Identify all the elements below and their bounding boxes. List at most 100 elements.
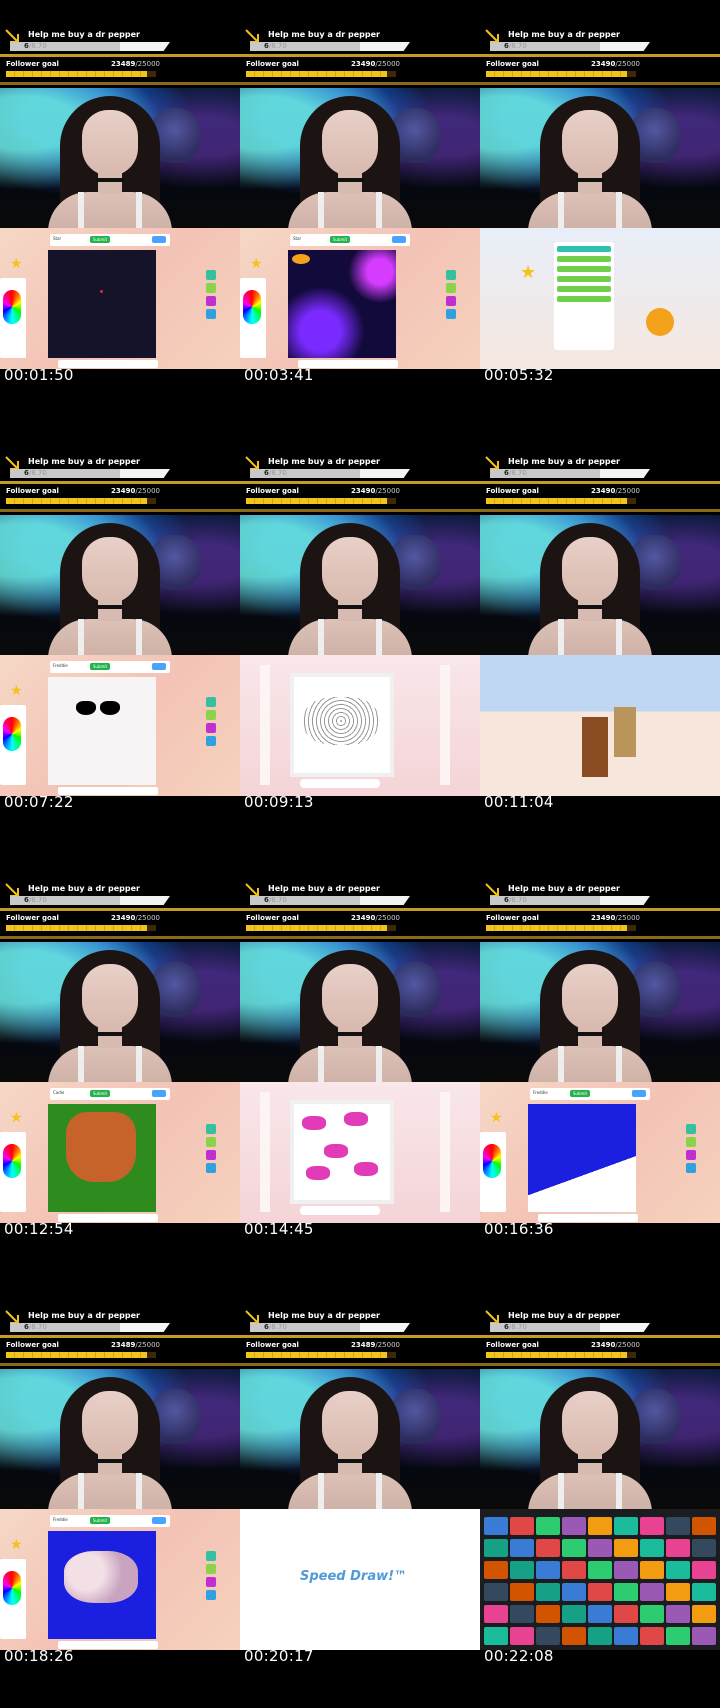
game-tile[interactable] — [640, 1517, 664, 1535]
right-tool-button[interactable] — [446, 283, 456, 293]
drawing-canvas[interactable] — [48, 250, 156, 358]
right-tool-button[interactable] — [206, 736, 216, 746]
game-tile[interactable] — [614, 1517, 638, 1535]
right-toolbar[interactable] — [206, 697, 216, 749]
game-tile[interactable] — [614, 1561, 638, 1579]
right-tool-button[interactable] — [686, 1124, 696, 1134]
color-wheel[interactable] — [3, 290, 21, 324]
right-tool-button[interactable] — [206, 309, 216, 319]
color-palette-panel[interactable] — [240, 278, 266, 358]
game-tile[interactable] — [536, 1627, 560, 1645]
right-toolbar[interactable] — [206, 270, 216, 322]
right-tool-button[interactable] — [446, 270, 456, 280]
color-wheel[interactable] — [243, 290, 261, 324]
game-tile[interactable] — [536, 1539, 560, 1557]
game-tile[interactable] — [692, 1539, 716, 1557]
game-tile[interactable] — [562, 1605, 586, 1623]
right-tool-button[interactable] — [446, 309, 456, 319]
submit-button[interactable]: Submit — [90, 1090, 110, 1097]
drawing-canvas[interactable] — [528, 1104, 636, 1212]
game-tile[interactable] — [666, 1605, 690, 1623]
color-palette-panel[interactable] — [0, 705, 26, 785]
right-tool-button[interactable] — [686, 1137, 696, 1147]
right-tool-button[interactable] — [206, 1137, 216, 1147]
rating-stars-bar[interactable] — [300, 1206, 380, 1215]
game-tile[interactable] — [666, 1517, 690, 1535]
right-tool-button[interactable] — [206, 1551, 216, 1561]
color-wheel[interactable] — [3, 1571, 21, 1605]
game-tile[interactable] — [588, 1539, 612, 1557]
game-tile[interactable] — [640, 1561, 664, 1579]
game-tile[interactable] — [666, 1561, 690, 1579]
game-tile[interactable] — [666, 1583, 690, 1601]
game-tile[interactable] — [692, 1605, 716, 1623]
drawing-canvas[interactable] — [288, 250, 396, 358]
right-tool-button[interactable] — [206, 1577, 216, 1587]
right-toolbar[interactable] — [686, 1124, 696, 1176]
game-tile[interactable] — [510, 1627, 534, 1645]
game-tile[interactable] — [692, 1583, 716, 1601]
color-palette-panel[interactable] — [0, 278, 26, 358]
game-tile[interactable] — [614, 1605, 638, 1623]
game-tile[interactable] — [614, 1627, 638, 1645]
color-wheel[interactable] — [3, 1144, 21, 1178]
right-tool-button[interactable] — [206, 697, 216, 707]
right-tool-button[interactable] — [686, 1150, 696, 1160]
right-tool-button[interactable] — [446, 296, 456, 306]
game-tile[interactable] — [640, 1627, 664, 1645]
game-tile[interactable] — [484, 1517, 508, 1535]
right-tool-button[interactable] — [206, 723, 216, 733]
right-tool-button[interactable] — [206, 710, 216, 720]
right-tool-button[interactable] — [206, 1150, 216, 1160]
game-tile[interactable] — [484, 1539, 508, 1557]
game-tile[interactable] — [588, 1605, 612, 1623]
color-wheel[interactable] — [483, 1144, 501, 1178]
game-tile[interactable] — [510, 1561, 534, 1579]
right-toolbar[interactable] — [206, 1124, 216, 1176]
game-tile[interactable] — [588, 1583, 612, 1601]
game-tile[interactable] — [536, 1605, 560, 1623]
game-tile[interactable] — [562, 1561, 586, 1579]
submit-button[interactable]: Submit — [330, 236, 350, 243]
game-tile[interactable] — [640, 1583, 664, 1601]
rating-stars-bar[interactable] — [300, 779, 380, 788]
game-tile[interactable] — [562, 1539, 586, 1557]
game-tile[interactable] — [588, 1561, 612, 1579]
game-tile[interactable] — [614, 1539, 638, 1557]
right-tool-button[interactable] — [206, 1124, 216, 1134]
game-tile[interactable] — [510, 1583, 534, 1601]
game-tile[interactable] — [562, 1627, 586, 1645]
game-tile[interactable] — [484, 1561, 508, 1579]
right-tool-button[interactable] — [206, 270, 216, 280]
submit-button[interactable]: Submit — [90, 236, 110, 243]
game-tile[interactable] — [640, 1605, 664, 1623]
game-tile[interactable] — [614, 1583, 638, 1601]
game-tile[interactable] — [510, 1539, 534, 1557]
game-tile[interactable] — [692, 1561, 716, 1579]
game-tile[interactable] — [588, 1517, 612, 1535]
right-tool-button[interactable] — [206, 296, 216, 306]
color-wheel[interactable] — [3, 717, 21, 751]
right-tool-button[interactable] — [206, 1163, 216, 1173]
drawing-canvas[interactable] — [48, 1104, 156, 1212]
drawing-canvas[interactable] — [48, 677, 156, 785]
submit-button[interactable]: Submit — [570, 1090, 590, 1097]
game-tile[interactable] — [562, 1517, 586, 1535]
game-tile[interactable] — [484, 1605, 508, 1623]
right-tool-button[interactable] — [206, 1564, 216, 1574]
game-tile[interactable] — [692, 1517, 716, 1535]
right-tool-button[interactable] — [206, 283, 216, 293]
game-tile[interactable] — [562, 1583, 586, 1601]
color-palette-panel[interactable] — [480, 1132, 506, 1212]
submit-button[interactable]: Submit — [90, 1517, 110, 1524]
game-tile[interactable] — [484, 1627, 508, 1645]
game-tile[interactable] — [536, 1561, 560, 1579]
game-tile[interactable] — [510, 1605, 534, 1623]
game-tile[interactable] — [484, 1583, 508, 1601]
drawing-canvas[interactable] — [48, 1531, 156, 1639]
game-tile[interactable] — [640, 1539, 664, 1557]
submit-button[interactable]: Submit — [90, 663, 110, 670]
color-palette-panel[interactable] — [0, 1559, 26, 1639]
game-tile[interactable] — [588, 1627, 612, 1645]
color-palette-panel[interactable] — [0, 1132, 26, 1212]
